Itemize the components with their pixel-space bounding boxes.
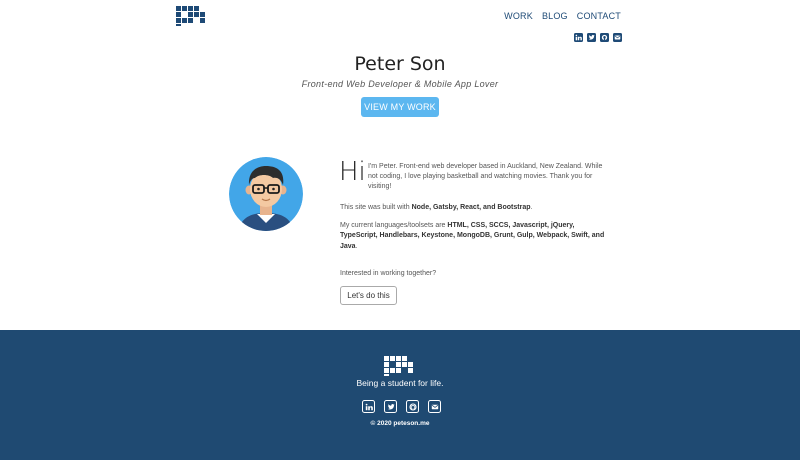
footer-tagline: Being a student for life.	[356, 378, 444, 388]
built-with-tech: Node, Gatsby, React, and Bootstrap	[411, 204, 531, 211]
page-title: Peter Son	[354, 53, 446, 75]
view-my-work-button[interactable]: VIEW MY WORK	[361, 97, 439, 117]
twitter-icon[interactable]	[384, 400, 397, 413]
github-icon[interactable]	[406, 400, 419, 413]
lets-do-this-button[interactable]: Let's do this	[340, 286, 397, 305]
header-social-links	[574, 33, 622, 42]
intro-text: I'm Peter. Front-end web developer based…	[368, 163, 603, 191]
toolsets-text: My current languages/toolsets are HTML, …	[340, 222, 605, 250]
linkedin-icon[interactable]	[362, 400, 375, 413]
greeting-heading: Hi	[339, 157, 366, 187]
github-icon[interactable]	[600, 33, 609, 42]
nav-work-link[interactable]: WORK	[504, 11, 533, 21]
nav-contact-link[interactable]: CONTACT	[577, 11, 621, 21]
page-subtitle: Front-end Web Developer & Mobile App Lov…	[301, 79, 499, 89]
avatar	[229, 157, 303, 231]
collab-question: Interested in working together?	[340, 270, 437, 277]
site-logo[interactable]	[176, 6, 208, 26]
email-icon[interactable]	[428, 400, 441, 413]
twitter-icon[interactable]	[587, 33, 596, 42]
email-icon[interactable]	[613, 33, 622, 42]
footer: Being a student for life. © 2020 peteson…	[0, 330, 800, 460]
linkedin-icon[interactable]	[574, 33, 583, 42]
footer-social-links	[362, 400, 441, 413]
copyright-text: © 2020 peteson.me	[370, 420, 430, 427]
footer-logo[interactable]	[384, 356, 416, 376]
main-nav: WORK BLOG CONTACT	[504, 11, 621, 21]
built-with-text: This site was built with Node, Gatsby, R…	[340, 204, 533, 211]
nav-blog-link[interactable]: BLOG	[542, 11, 568, 21]
